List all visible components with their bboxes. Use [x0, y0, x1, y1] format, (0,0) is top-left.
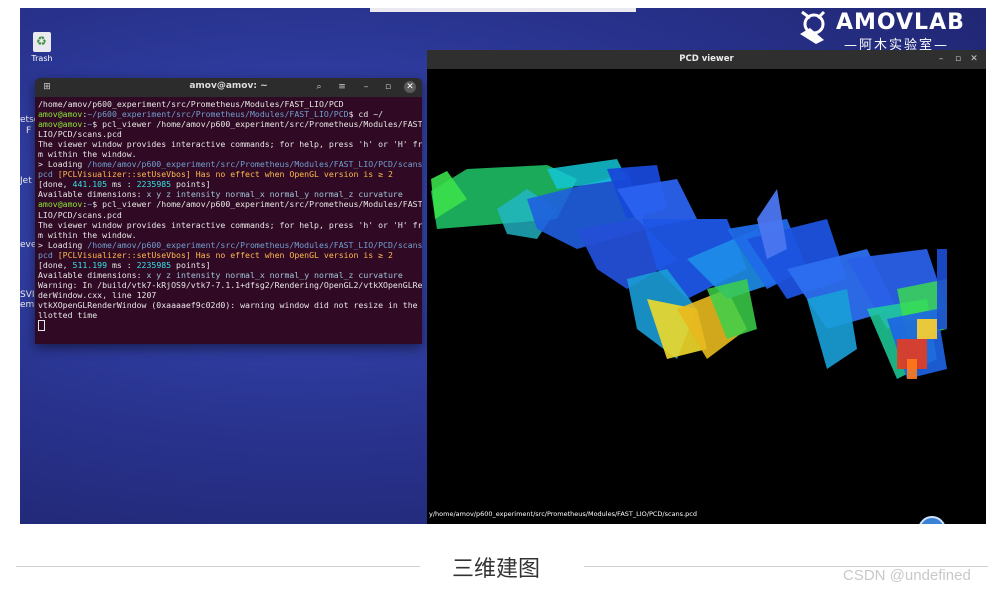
- desktop-icon-label-fragment[interactable]: eve: [20, 240, 36, 250]
- terminal-text-segment: > Loading: [38, 159, 88, 170]
- top-panel-strip: [370, 8, 636, 12]
- terminal-text-segment: ~/p600_experiment/src/Prometheus/Modules…: [87, 109, 349, 120]
- terminal-line: LIO/PCD/scans.pcd: [38, 129, 419, 139]
- terminal-line: [done, 511.199 ms : 2235985 points]: [38, 260, 419, 270]
- terminal-text-segment: points]: [171, 179, 211, 190]
- terminal-text-segment: x y z intensity normal_x normal_y normal…: [146, 269, 403, 280]
- trash-desktop-icon[interactable]: Trash: [28, 32, 56, 63]
- minimize-icon[interactable]: –: [935, 53, 947, 65]
- terminal-line: pcd [PCLVisualizer::setUseVbos] Has no e…: [38, 250, 419, 260]
- menu-icon[interactable]: ≡: [336, 81, 348, 93]
- terminal-text-segment: /home/amov/p600_experiment/src/Prometheu…: [87, 239, 422, 250]
- terminal-text-segment: Available dimensions:: [38, 189, 147, 200]
- terminal-line: /home/amov/p600_experiment/src/Prometheu…: [38, 99, 419, 109]
- desktop-icon-label-fragment[interactable]: Jet: [20, 176, 32, 186]
- terminal-text-segment: ms :: [107, 179, 137, 190]
- terminal-line: vtkXOpenGLRenderWindow (0xaaaaef9c02d0):…: [38, 300, 419, 310]
- pcd-viewer-titlebar[interactable]: PCD viewer – ▫ ✕: [427, 50, 986, 69]
- terminal-text-segment: m within the window.: [38, 149, 137, 160]
- terminal-text-segment: 2235985: [136, 179, 172, 190]
- csdn-watermark: CSDN @undefined: [843, 567, 971, 584]
- terminal-line: pcd [PCLVisualizer::setUseVbos] Has no e…: [38, 169, 419, 179]
- terminal-line: m within the window.: [38, 149, 419, 159]
- maximize-icon[interactable]: ▫: [382, 81, 394, 93]
- terminal-text-segment: Warning: In /build/vtk7-kRjOS9/vtk7-7.1.…: [38, 279, 422, 290]
- pcd-viewer-title: PCD viewer: [679, 54, 734, 64]
- terminal-prompt-line: [38, 320, 419, 332]
- terminal-text-segment: The viewer window provides interactive c…: [38, 139, 422, 150]
- terminal-text-segment: Available dimensions:: [38, 269, 147, 280]
- terminal-window[interactable]: ⊞ amov@amov: ~ ⌕ ≡ – ▫ ✕ /home/amov/p600…: [35, 78, 422, 344]
- terminal-line: llotted time: [38, 310, 419, 320]
- terminal-text-segment: > Loading: [38, 239, 88, 250]
- terminal-text-segment: The viewer window provides interactive c…: [38, 219, 422, 230]
- terminal-text-segment: m within the window.: [38, 229, 137, 240]
- desktop: Trash etso F Jet eve SVI em AMOVLAB —阿木实…: [20, 8, 986, 524]
- terminal-text-segment: amov@amov: [38, 119, 83, 130]
- desktop-icon-label-fragment[interactable]: SVI: [20, 290, 35, 300]
- amovlab-logo-icon: [800, 10, 826, 44]
- terminal-text-segment: [PCLVisualizer::setUseVbos] Has no effec…: [57, 169, 393, 180]
- desktop-icon-label-fragment[interactable]: F: [26, 126, 31, 136]
- terminal-line: amov@amov:~$ pcl_viewer /home/amov/p600_…: [38, 119, 422, 130]
- trash-icon: [33, 32, 51, 52]
- caption-divider-left: [16, 566, 420, 567]
- terminal-text-segment: /home/amov/p600_experiment/src/Prometheu…: [38, 99, 344, 109]
- terminal-text-segment: derWindow.cxx, line 1207: [38, 289, 157, 300]
- trash-label: Trash: [31, 54, 53, 63]
- terminal-text-segment: x y z intensity normal_x normal_y normal…: [146, 189, 403, 200]
- amovlab-watermark: AMOVLAB —阿木实验室—: [780, 8, 986, 56]
- terminal-line: amov@amov:~/p600_experiment/src/Promethe…: [38, 109, 419, 119]
- terminal-text-segment: LIO/PCD/scans.pcd: [38, 129, 122, 140]
- terminal-text-segment: 511.199: [72, 259, 108, 270]
- terminal-output[interactable]: /home/amov/p600_experiment/src/Prometheu…: [35, 97, 422, 333]
- point-cloud-render[interactable]: [427, 69, 986, 524]
- terminal-text-segment: /home/amov/p600_experiment/src/Prometheu…: [87, 159, 422, 170]
- point-cloud-map: [431, 159, 947, 379]
- terminal-line: > Loading /home/amov/p600_experiment/src…: [38, 159, 422, 170]
- terminal-line: Available dimensions: x y z intensity no…: [38, 270, 419, 280]
- terminal-line: amov@amov:~$ pcl_viewer /home/amov/p600_…: [38, 199, 422, 210]
- terminal-text-segment: 2235985: [136, 259, 172, 270]
- pcd-viewer-window[interactable]: PCD viewer – ▫ ✕ y/home/amov/p600_experi…: [427, 50, 986, 524]
- close-icon[interactable]: ✕: [404, 81, 416, 93]
- desktop-icon-label-fragment[interactable]: em: [20, 300, 34, 310]
- terminal-text-segment: $ cd ~/: [348, 109, 384, 120]
- terminal-line: Available dimensions: x y z intensity no…: [38, 189, 419, 199]
- terminal-text-segment: points]: [171, 259, 211, 270]
- terminal-text-segment: $ pcl_viewer /home/amov/p600_experiment/…: [92, 119, 422, 130]
- minimize-icon[interactable]: –: [360, 81, 372, 93]
- terminal-text-segment: pcd: [38, 169, 58, 180]
- terminal-text-segment: amov@amov: [38, 199, 83, 210]
- terminal-line: The viewer window provides interactive c…: [38, 139, 422, 150]
- terminal-line: LIO/PCD/scans.pcd: [38, 210, 419, 220]
- terminal-text-segment: llotted time: [38, 309, 98, 320]
- terminal-cursor: [38, 320, 45, 332]
- terminal-line: The viewer window provides interactive c…: [38, 219, 422, 230]
- terminal-line: Warning: In /build/vtk7-kRjOS9/vtk7-7.1.…: [38, 279, 422, 290]
- terminal-text-segment: 441.105: [72, 179, 108, 190]
- terminal-text-segment: [done,: [38, 259, 73, 270]
- terminal-text-segment: $ pcl_viewer /home/amov/p600_experiment/…: [92, 199, 422, 210]
- figure-caption: 三维建图: [452, 557, 541, 582]
- terminal-text-segment: [PCLVisualizer::setUseVbos] Has no effec…: [57, 249, 393, 260]
- maximize-icon[interactable]: ▫: [952, 53, 964, 65]
- terminal-text-segment: [done,: [38, 179, 73, 190]
- terminal-line: derWindow.cxx, line 1207: [38, 290, 419, 300]
- terminal-text-segment: ms :: [107, 259, 137, 270]
- terminal-text-segment: amov@amov: [38, 109, 83, 120]
- terminal-text-segment: LIO/PCD/scans.pcd: [38, 209, 122, 220]
- terminal-line: m within the window.: [38, 230, 419, 240]
- search-icon[interactable]: ⌕: [313, 81, 325, 93]
- terminal-text-segment: vtkXOpenGLRenderWindow (0xaaaaef9c02d0):…: [38, 299, 422, 310]
- pcd-status-path: y/home/amov/p600_experiment/src/Promethe…: [429, 510, 697, 518]
- terminal-titlebar[interactable]: ⊞ amov@amov: ~ ⌕ ≡ – ▫ ✕: [35, 78, 422, 97]
- watermark-brand: AMOVLAB: [836, 10, 965, 35]
- terminal-text-segment: pcd: [38, 249, 58, 260]
- terminal-line: [done, 441.105 ms : 2235985 points]: [38, 179, 419, 189]
- close-icon[interactable]: ✕: [968, 53, 980, 65]
- terminal-line: > Loading /home/amov/p600_experiment/src…: [38, 239, 422, 250]
